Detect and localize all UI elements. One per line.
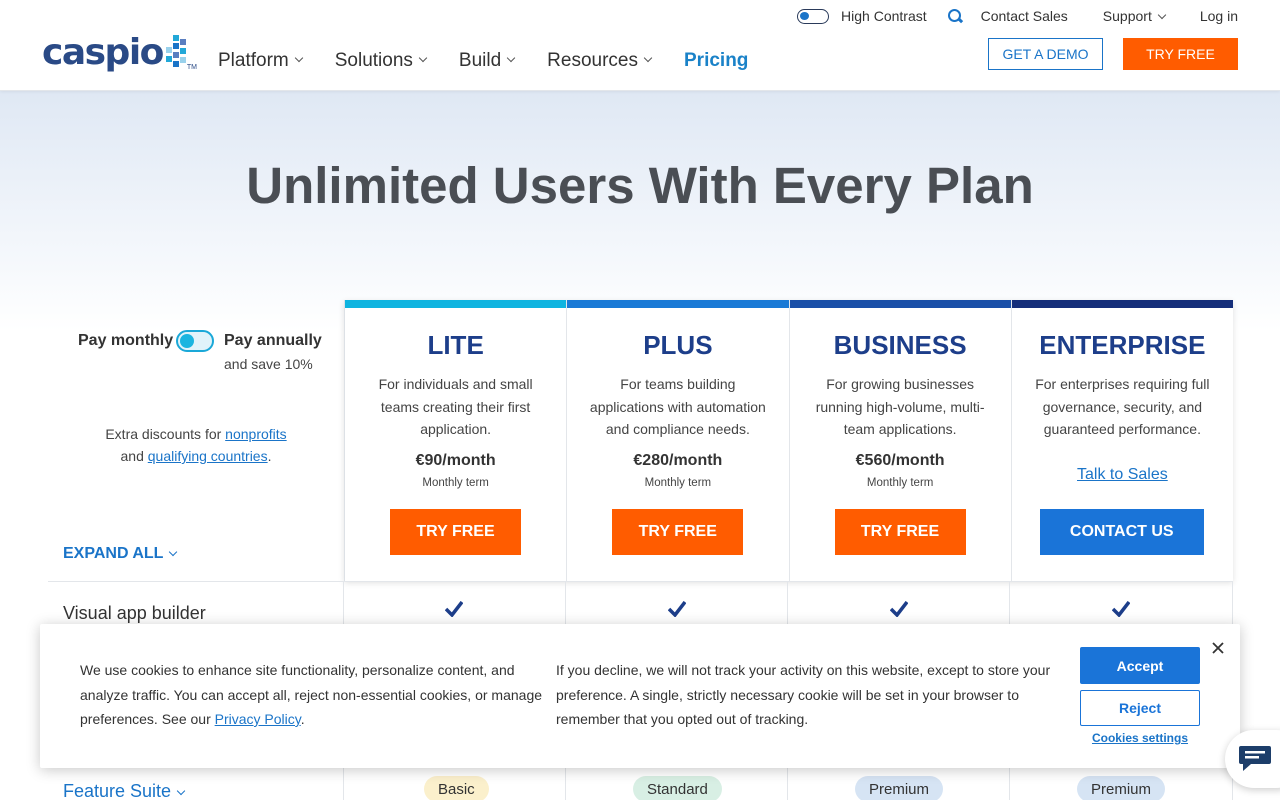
plan-color-bar: [789, 300, 1011, 308]
nav-build[interactable]: Build: [458, 50, 516, 72]
search-icon[interactable]: [947, 8, 963, 24]
nav-solutions[interactable]: Solutions: [334, 50, 428, 72]
chevron-down-icon: [1157, 10, 1167, 20]
accept-cookies-button[interactable]: Accept: [1080, 647, 1200, 684]
suite-badge-business: Premium: [855, 776, 944, 800]
talk-to-sales-link[interactable]: Talk to Sales: [1012, 466, 1233, 484]
nav-resources-label: Resources: [547, 50, 638, 71]
plan-description: For enterprises requiring full governanc…: [1035, 376, 1210, 437]
pricing-plans: LITE For individuals and small teams cre…: [344, 300, 1233, 581]
logo-wordmark: caspio: [42, 32, 164, 73]
nav-build-label: Build: [458, 50, 502, 71]
nonprofits-link[interactable]: nonprofits: [225, 426, 286, 442]
cookie-text-main: We use cookies to enhance site functiona…: [80, 662, 543, 727]
pay-annually-label: Pay annually: [224, 332, 322, 349]
nav-platform-label: Platform: [218, 50, 289, 71]
checkmark-icon: [668, 601, 686, 617]
chevron-down-icon: [643, 53, 653, 63]
discount-prefix: Extra discounts for: [105, 426, 222, 442]
nav-platform[interactable]: Platform: [218, 50, 303, 72]
plan-card-enterprise: ENTERPRISE For enterprises requiring ful…: [1010, 300, 1233, 581]
plan-price: €560/month: [855, 452, 945, 469]
logo-squares-icon: [165, 35, 187, 69]
feature-label[interactable]: Visual app builder: [63, 602, 206, 625]
chevron-down-icon: [169, 547, 178, 557]
plan-card-lite: LITE For individuals and small teams cre…: [344, 300, 567, 581]
chevron-down-icon: [506, 53, 516, 63]
plan-description: For growing businesses running high-volu…: [815, 376, 985, 437]
page-title: Unlimited Users With Every Plan: [246, 157, 1034, 214]
cookie-notice-text: We use cookies to enhance site functiona…: [80, 658, 542, 732]
nav-resources[interactable]: Resources: [547, 50, 653, 72]
suite-badge-lite: Basic: [424, 776, 489, 800]
high-contrast-toggle[interactable]: [797, 8, 830, 24]
plan-color-bar: [1011, 300, 1233, 308]
plan-description: For teams building applications with aut…: [589, 376, 766, 437]
site-header: caspio TM High Contrast Contact Sales Su…: [0, 0, 1280, 91]
high-contrast-control[interactable]: High Contrast: [797, 8, 927, 24]
plus-try-free-button[interactable]: TRY FREE: [612, 509, 744, 555]
chat-widget-button[interactable]: [1225, 730, 1280, 788]
reject-cookies-button[interactable]: Reject: [1080, 690, 1200, 726]
plan-term: Monthly term: [644, 477, 712, 489]
close-icon[interactable]: [1210, 640, 1226, 656]
annual-savings-note: and save 10%: [224, 356, 313, 372]
plan-name: ENTERPRISE: [1039, 330, 1206, 360]
contact-sales-link[interactable]: Contact Sales: [981, 8, 1068, 24]
get-a-demo-button[interactable]: GET A DEMO: [988, 38, 1103, 70]
support-label: Support: [1102, 8, 1152, 24]
plan-price: €90/month: [415, 452, 496, 469]
chat-bubble-icon: [1239, 746, 1271, 771]
business-try-free-button[interactable]: TRY FREE: [834, 509, 966, 555]
expand-all-button[interactable]: EXPAND ALL: [63, 545, 178, 563]
checkmark-icon: [1112, 601, 1130, 617]
cookie-decline-text: If you decline, we will not track your a…: [556, 662, 1051, 727]
chevron-down-icon: [418, 53, 428, 63]
billing-period-toggle[interactable]: [176, 330, 214, 352]
discounts-note: Extra discounts for nonprofits and quali…: [48, 423, 344, 467]
checkmark-icon: [445, 601, 463, 617]
login-link[interactable]: Log in: [1200, 8, 1238, 24]
plan-card-plus: PLUS For teams building applications wit…: [566, 300, 789, 581]
contact-us-button[interactable]: CONTACT US: [1039, 509, 1204, 555]
plan-name: LITE: [427, 330, 484, 360]
discount-and: and: [120, 448, 144, 464]
qualifying-countries-link[interactable]: qualifying countries: [148, 448, 268, 464]
nav-pricing[interactable]: Pricing: [684, 50, 748, 72]
feature-suite-row: Feature Suite Basic Standard Premium Pre…: [48, 770, 1233, 800]
plan-price: €280/month: [633, 452, 723, 469]
expand-all-label: EXPAND ALL: [63, 545, 164, 562]
header-try-free-button[interactable]: TRY FREE: [1123, 38, 1238, 70]
nav-solutions-label: Solutions: [334, 50, 413, 71]
pay-monthly-label: Pay monthly: [78, 332, 174, 349]
plan-description: For individuals and small teams creating…: [378, 376, 533, 437]
suite-badge-enterprise: Premium: [1077, 776, 1166, 800]
cookie-text-end: .: [300, 711, 305, 727]
plan-color-bar: [567, 300, 789, 308]
plan-color-bar: [345, 300, 567, 308]
plan-term: Monthly term: [866, 477, 934, 489]
cookie-consent-banner: We use cookies to enhance site functiona…: [40, 624, 1240, 768]
cookies-settings-link[interactable]: Cookies settings: [1080, 731, 1200, 745]
discount-period: .: [267, 448, 272, 464]
logo-trademark: TM: [186, 64, 198, 71]
suite-badge-plus: Standard: [633, 776, 722, 800]
lite-try-free-button[interactable]: TRY FREE: [390, 509, 521, 555]
caspio-logo[interactable]: caspio TM: [42, 33, 197, 73]
feature-suite-label: Feature Suite: [63, 781, 172, 800]
feature-suite-toggle[interactable]: Feature Suite: [63, 781, 186, 800]
utility-bar: High Contrast Contact Sales Support Log …: [797, 8, 1238, 24]
high-contrast-label: High Contrast: [841, 8, 927, 24]
chevron-down-icon: [176, 786, 186, 796]
plan-name: PLUS: [643, 330, 713, 360]
plan-name: BUSINESS: [833, 330, 967, 360]
billing-options: Pay monthly Pay annually and save 10% Ex…: [48, 300, 344, 580]
main-navigation: Platform Solutions Build Resources Prici…: [218, 50, 781, 72]
checkmark-icon: [890, 601, 908, 617]
support-menu[interactable]: Support: [1102, 8, 1167, 24]
plan-term: Monthly term: [422, 477, 489, 489]
privacy-policy-link[interactable]: Privacy Policy: [215, 711, 301, 727]
plan-card-business: BUSINESS For growing businesses running …: [788, 300, 1011, 581]
chevron-down-icon: [294, 53, 303, 63]
